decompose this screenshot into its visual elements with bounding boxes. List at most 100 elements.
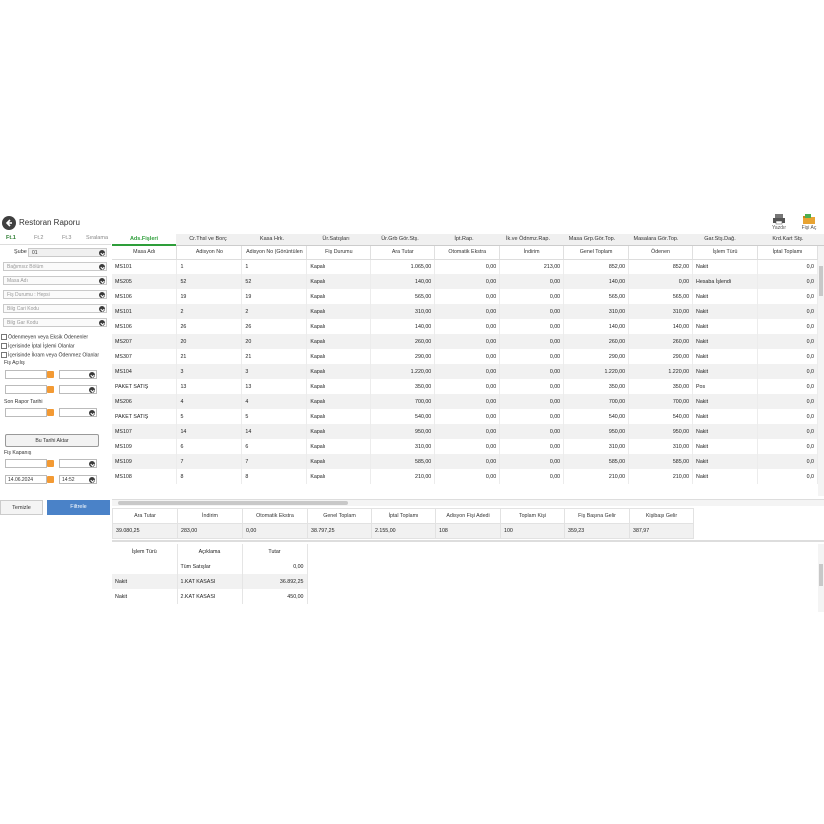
table-row[interactable]: MS109 7 7 Kapalı 585,00 0,00 0,00 585,00 585,00 N… (112, 454, 818, 469)
fis-acilis-time-end[interactable] (59, 385, 97, 394)
table-cell: 0,0 (757, 349, 818, 364)
checkbox-iptal[interactable]: İçerisinde İptal İşlemi Olanlar (1, 343, 75, 349)
tab-ft3[interactable]: Ft.3 (62, 235, 71, 241)
table-cell: 0,00 (499, 289, 565, 304)
tab-gar-sts[interactable]: Gar.Stş.Dağ. (688, 234, 752, 245)
checkbox-ikram[interactable]: İçerisinde İkram veya Ödenmez Olanlar (1, 352, 99, 358)
tab-kasa-hrk[interactable]: Kasa Hrk. (240, 234, 304, 245)
table-row[interactable]: PAKET SATIŞ 13 13 Kapalı 350,00 0,00 0,00 350,0… (112, 379, 818, 394)
tab-ads-fisleri[interactable]: Ads.Fişleri (112, 234, 176, 246)
scroll-thumb[interactable] (118, 501, 348, 505)
table-cell: 1.220,00 (628, 364, 694, 379)
table-row[interactable]: MS106 26 26 Kapalı 140,00 0,00 0,00 140,00 140,0… (112, 319, 818, 334)
print-button[interactable]: Yazdır (766, 213, 792, 235)
bu-tarihi-aktar-button[interactable]: Bu Tarihi Aktar (5, 434, 99, 447)
table-cell: 14 (176, 424, 243, 439)
table-row[interactable]: MS107 14 14 Kapalı 950,00 0,00 0,00 950,00 950,0… (112, 424, 818, 439)
vertical-scrollbar[interactable] (818, 246, 824, 496)
calendar-icon[interactable] (47, 386, 54, 393)
masa-adi-select[interactable]: Masa Adı (3, 276, 107, 285)
fis-acilis-time-start[interactable] (59, 370, 97, 379)
tab-ur-satislari[interactable]: Ür.Satışları (304, 234, 368, 245)
scroll-thumb[interactable] (819, 564, 823, 586)
table-cell: 260,00 (563, 334, 630, 349)
table-row[interactable]: MS206 4 4 Kapalı 700,00 0,00 0,00 700,00 700,00 N… (112, 394, 818, 409)
table-cell: Kapalı (306, 304, 372, 319)
fis-acilis-date-end[interactable] (5, 385, 47, 394)
table-cell: Nakit (692, 394, 758, 409)
bagimsiz-bolum-select[interactable]: Bağımsız Bölüm (3, 262, 107, 271)
sube-select[interactable]: 01 (28, 248, 107, 257)
table-cell: 1 (241, 259, 308, 274)
vertical-scrollbar[interactable] (818, 544, 824, 612)
son-rapor-date[interactable] (5, 408, 47, 417)
checkbox-box[interactable] (1, 343, 7, 349)
tab-krd-kart[interactable]: Krd.Kart Stş. (752, 234, 824, 245)
table-row[interactable]: MS108 8 8 Kapalı 210,00 0,00 0,00 210,00 210,00 N… (112, 469, 818, 484)
payment-row[interactable]: Nakit 1.KAT KASASI 36.892,25 (112, 574, 308, 589)
table-cell: 950,00 (370, 424, 436, 439)
back-arrow-icon[interactable] (2, 216, 16, 230)
table-cell: 210,00 (628, 469, 694, 484)
payment-row[interactable]: Nakit 2.KAT KASASI 450,00 (112, 589, 308, 604)
tab-siralama[interactable]: Sıralama (86, 235, 108, 241)
bilg-gar-kodu-select[interactable]: Bilg Gar Kodu (3, 318, 107, 327)
tab-masa-grp[interactable]: Masa Grp.Gör.Top. (560, 234, 624, 245)
filtrele-button[interactable]: Filtrele (47, 500, 110, 515)
tab-ur-grb[interactable]: Ür.Grb Gör.Stş. (368, 234, 432, 245)
tab-ipt-rap[interactable]: İpt.Rap. (432, 234, 496, 245)
fis-kapanis-date-end[interactable]: 14.06.2024 (5, 475, 47, 484)
open-receipt-button[interactable]: Fişi Aç (796, 213, 822, 235)
table-cell: Kapalı (306, 454, 372, 469)
tab-ft1[interactable]: Ft.1 (6, 235, 16, 241)
table-cell: 540,00 (628, 409, 694, 424)
calendar-icon[interactable] (47, 409, 54, 416)
fis-acilis-date-start[interactable] (5, 370, 47, 379)
checkbox-label: Ödenmeyen veya Eksik Ödenenler (8, 334, 89, 341)
table-row[interactable]: PAKET SATIŞ 5 5 Kapalı 540,00 0,00 0,00 540,00 5… (112, 409, 818, 424)
scroll-thumb[interactable] (819, 266, 823, 296)
temizle-button[interactable]: Temizle (0, 500, 43, 515)
table-row[interactable]: MS207 20 20 Kapalı 260,00 0,00 0,00 260,00 260,0… (112, 334, 818, 349)
report-main: Ads.Fişleri Cr.Thsl ve Borç Kasa Hrk. Ür… (112, 234, 824, 612)
summary-header: Toplam Kişi (500, 508, 565, 524)
fis-kapanis-time-start[interactable] (59, 459, 97, 468)
fis-durumu-select[interactable]: Fiş Durumu : Hepsi (3, 290, 107, 299)
tab-cr-thsl[interactable]: Cr.Thsl ve Borç (176, 234, 240, 245)
checkbox-odenmeyen[interactable]: Ödenmeyen veya Eksik Ödenenler (1, 334, 88, 340)
summary-value: 359,23 (564, 523, 630, 539)
table-row[interactable]: MS104 3 3 Kapalı 1.220,00 0,00 0,00 1.220,00 1.2… (112, 364, 818, 379)
table-cell: 4 (241, 394, 308, 409)
table-row[interactable]: MS205 52 52 Kapalı 140,00 0,00 0,00 140,00 0,00 H… (112, 274, 818, 289)
tab-ft2[interactable]: Ft.2 (34, 235, 43, 241)
summary-header: Fiş Başına Gelir (564, 508, 630, 524)
son-rapor-label: Son Rapor Tarihi (4, 399, 43, 405)
table-cell: 0,0 (757, 409, 818, 424)
table-cell: 700,00 (628, 394, 694, 409)
table-row[interactable]: MS109 6 6 Kapalı 310,00 0,00 0,00 310,00 310,00 N… (112, 439, 818, 454)
table-cell: 290,00 (628, 349, 694, 364)
table-cell: 700,00 (563, 394, 630, 409)
table-cell: 52 (176, 274, 243, 289)
son-rapor-time[interactable] (59, 408, 97, 417)
bilg-cari-kodu-select[interactable]: Bilg Cari Kodu (3, 304, 107, 313)
table-cell: 0,00 (434, 334, 501, 349)
calendar-icon[interactable] (47, 476, 54, 483)
calendar-icon[interactable] (47, 460, 54, 467)
table-row[interactable]: MS101 2 2 Kapalı 310,00 0,00 0,00 310,00 310,00 N… (112, 304, 818, 319)
calendar-icon[interactable] (47, 371, 54, 378)
tab-masalara[interactable]: Masalara Gör.Top. (624, 234, 688, 245)
table-row[interactable]: MS101 1 1 Kapalı 1.065,00 0,00 213,00 852,00 852… (112, 259, 818, 274)
tab-ikram-rap[interactable]: İk.ve Ödnmz.Rap. (496, 234, 560, 245)
summary-table: Ara Tutar İndirim Otomatik Ekstra Genel Top… (112, 508, 694, 539)
chevron-down-icon (99, 264, 105, 270)
checkbox-box[interactable] (1, 334, 7, 340)
table-row[interactable]: MS106 19 19 Kapalı 565,00 0,00 0,00 565,00 565,0… (112, 289, 818, 304)
payment-row[interactable]: Tüm Satışlar 0,00 (112, 559, 308, 574)
horizontal-scrollbar[interactable] (112, 499, 824, 506)
table-cell: 540,00 (563, 409, 630, 424)
table-row[interactable]: MS307 21 21 Kapalı 290,00 0,00 0,00 290,00 290,0… (112, 349, 818, 364)
checkbox-box[interactable] (1, 352, 7, 358)
fis-kapanis-date-start[interactable] (5, 459, 47, 468)
fis-kapanis-time-end[interactable]: 14:52 (59, 475, 97, 484)
